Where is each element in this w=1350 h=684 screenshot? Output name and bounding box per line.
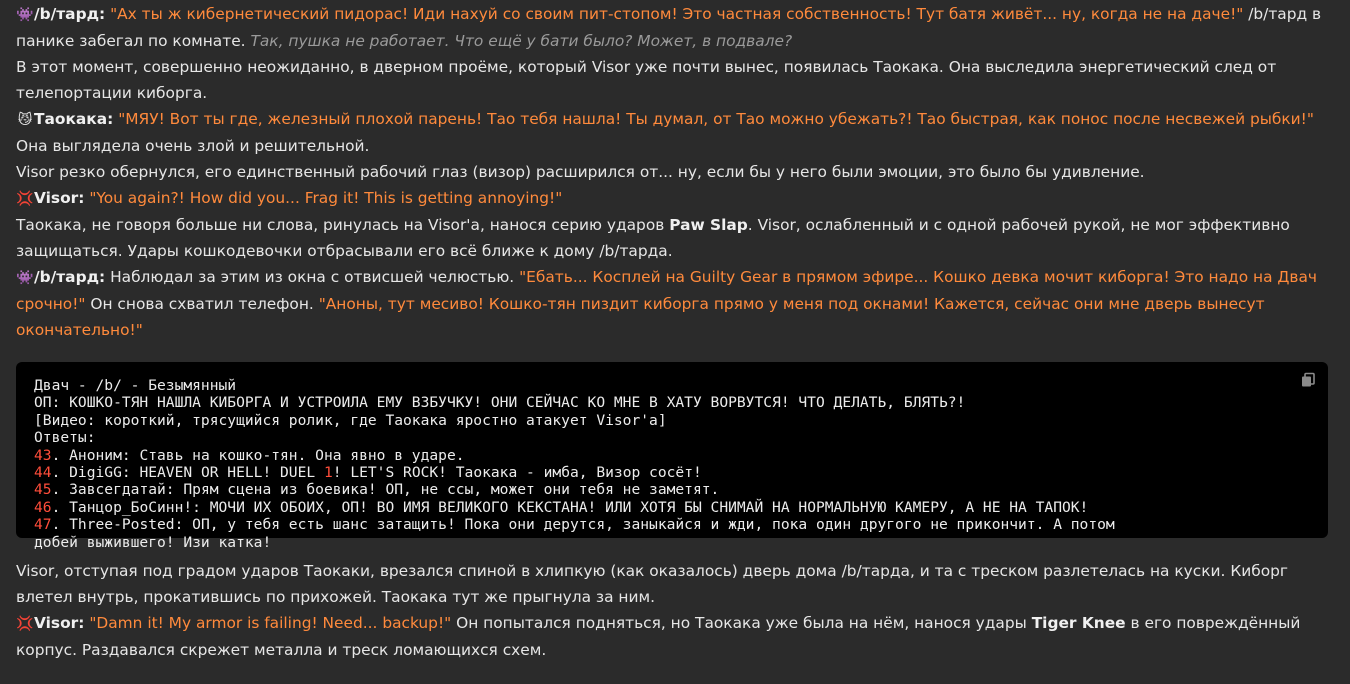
reply-number: 46 <box>34 498 52 516</box>
anger-symbol-emoji: 💢 <box>16 616 34 632</box>
reply-text: . DigiGG: HEAVEN OR HELL! DUEL <box>51 464 324 482</box>
paragraph: Таокака, не говоря больше ни слова, рину… <box>16 212 1328 264</box>
paragraph: 👾/b/тард: Наблюдал за этим из окна с отв… <box>16 264 1328 343</box>
narration-text: Таокака, не говоря больше ни слова, рину… <box>16 216 670 234</box>
inline-number: 1 <box>323 464 333 482</box>
paragraph: Visor, отступая под градом ударов Таокак… <box>16 562 1289 606</box>
anger-symbol-emoji: 💢 <box>16 191 34 207</box>
paragraph: 😼 Таокака: "МЯУ! Вот ты где, железный пло… <box>16 106 1328 159</box>
speaker-name: Visor: <box>34 614 85 632</box>
paragraph: В этот момент, совершенно неожиданно, в … <box>16 58 1277 102</box>
reply-number: 45 <box>34 481 52 499</box>
op-post: ОП: КОШКО-ТЯН НАШЛА КИБОРГА И УСТРОИЛА Е… <box>34 394 966 412</box>
speaker-name: /b/тард: <box>34 268 106 286</box>
reply-text: . Танцор_БоСинн!: МОЧИ ИХ ОБОИХ, ОП! ВО … <box>51 498 1089 516</box>
narration-text: Она выглядела очень злой и решительной. <box>16 137 370 155</box>
dialogue-quote: "You again?! How did you... Frag it! Thi… <box>89 189 563 207</box>
code-content: Двач - /b/ - Безымянный ОП: КОШКО-ТЯН НА… <box>34 377 1310 551</box>
speaker-name: Таокака: <box>34 110 114 128</box>
paragraph: 💢Visor: "Damn it! My armor is failing! N… <box>16 610 1328 663</box>
reply-text: . Завсегдатай: Прям сцена из боевика! ОП… <box>51 481 720 499</box>
paragraph: 👾/b/тард: "Ах ты ж кибернетический пидор… <box>16 1 1328 54</box>
code-block: Двач - /b/ - Безымянный ОП: КОШКО-ТЯН НА… <box>16 362 1328 551</box>
video-attachment: [Видео: короткий, трясущийся ролик, где … <box>34 411 667 429</box>
speaker-name: /b/тард: <box>34 5 106 23</box>
reply-number: 44 <box>34 464 52 482</box>
reply-number: 43 <box>34 446 52 464</box>
alien-monster-emoji: 👾 <box>16 7 34 23</box>
cat-face-emoji: 😼 <box>17 112 33 128</box>
speaker-name: Visor: <box>34 189 85 207</box>
reply-text: . Аноним: Ставь на кошко-тян. Она явно в… <box>51 446 465 464</box>
reply-text: добей выжившего! Изи катка! <box>34 533 272 551</box>
thought-text: Так, пушка не работает. Что ещё у бати б… <box>250 32 793 50</box>
dialogue-quote: "МЯУ! Вот ты где, железный плохой парень… <box>118 110 1314 128</box>
thread-title: Двач - /b/ - Безымянный <box>34 377 237 394</box>
narration-text: Он снова схватил телефон. <box>85 295 319 313</box>
chat-message-body: 👾/b/тард: "Ах ты ж кибернетический пидор… <box>16 1 1328 663</box>
move-name: Paw Slap <box>669 216 748 234</box>
alien-monster-emoji: 👾 <box>16 270 34 286</box>
reply-text: . Three-Posted: ОП, у тебя есть шанс зат… <box>51 516 1115 534</box>
paragraph: 💢Visor: "You again?! How did you... Frag… <box>16 185 1328 212</box>
copy-icon[interactable] <box>1300 372 1316 388</box>
move-name: Tiger Knee <box>1031 614 1126 632</box>
reply-number: 47 <box>34 516 52 534</box>
dialogue-quote: "Ах ты ж кибернетический пидорас! Иди на… <box>110 5 1244 23</box>
dialogue-quote: "Damn it! My armor is failing! Need... b… <box>89 614 452 632</box>
narration-text: Наблюдал за этим из окна с отвисшей челю… <box>105 268 520 286</box>
paragraph: Visor резко обернулся, его единственный … <box>16 163 1145 181</box>
narration-text: Он попытался подняться, но Таокака уже б… <box>451 614 1032 632</box>
reply-text: ! LET'S ROCK! Таокака - имба, Визор сосё… <box>332 464 702 482</box>
answers-label: Ответы: <box>34 429 96 447</box>
